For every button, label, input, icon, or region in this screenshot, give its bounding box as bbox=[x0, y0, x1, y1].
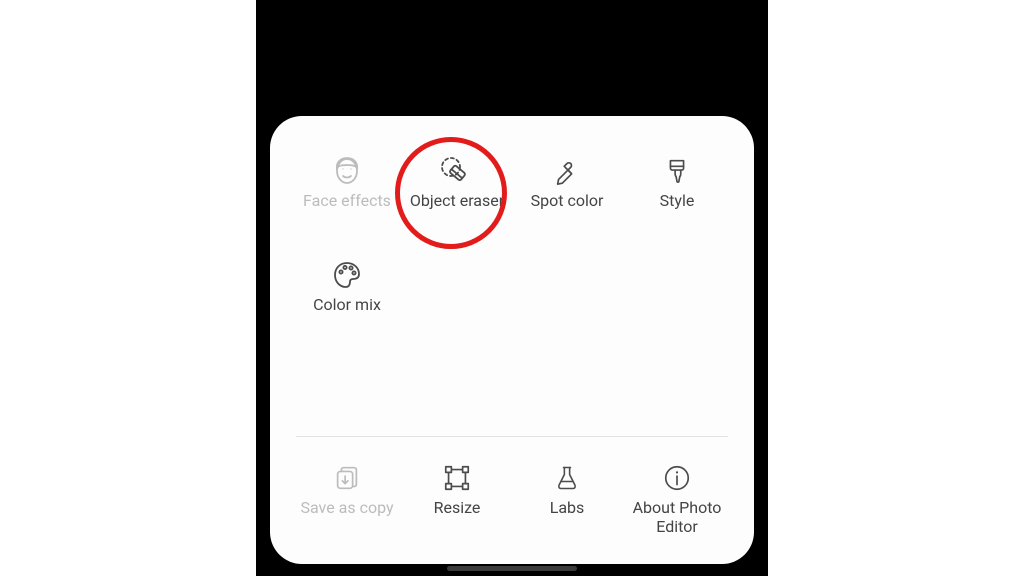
tools-row-1: Face effects Object eraser bbox=[292, 144, 732, 220]
home-indicator bbox=[447, 566, 577, 571]
dropper-icon bbox=[541, 150, 593, 192]
info-icon bbox=[651, 457, 703, 499]
about-photo-editor-label: About Photo Editor bbox=[624, 499, 730, 536]
face-effects-label: Face effects bbox=[303, 192, 391, 210]
resize-label: Resize bbox=[434, 499, 481, 517]
brush-icon bbox=[651, 150, 703, 192]
save-as-copy-option[interactable]: Save as copy bbox=[292, 451, 402, 546]
copy-down-icon bbox=[321, 457, 373, 499]
color-mix-label: Color mix bbox=[313, 296, 381, 314]
save-as-copy-label: Save as copy bbox=[300, 499, 393, 517]
labs-label: Labs bbox=[550, 499, 585, 517]
object-eraser-option[interactable]: Object eraser bbox=[402, 144, 512, 220]
section-divider bbox=[296, 436, 728, 437]
style-option[interactable]: Style bbox=[622, 144, 732, 220]
face-icon bbox=[321, 150, 373, 192]
phone-frame: Face effects Object eraser bbox=[256, 0, 768, 576]
actions-row: Save as copy Resize bbox=[292, 451, 732, 546]
spot-color-label: Spot color bbox=[531, 192, 604, 210]
about-photo-editor-option[interactable]: About Photo Editor bbox=[622, 451, 732, 546]
spot-color-option[interactable]: Spot color bbox=[512, 144, 622, 220]
flask-icon bbox=[541, 457, 593, 499]
tools-row-2: Color mix bbox=[292, 248, 732, 324]
face-effects-option[interactable]: Face effects bbox=[292, 144, 402, 220]
options-sheet: Face effects Object eraser bbox=[270, 116, 754, 564]
eraser-icon bbox=[431, 150, 483, 192]
resize-option[interactable]: Resize bbox=[402, 451, 512, 546]
color-mix-option[interactable]: Color mix bbox=[292, 248, 402, 324]
object-eraser-label: Object eraser bbox=[410, 192, 504, 210]
style-label: Style bbox=[660, 192, 695, 210]
resize-icon bbox=[431, 457, 483, 499]
palette-icon bbox=[321, 254, 373, 296]
labs-option[interactable]: Labs bbox=[512, 451, 622, 546]
